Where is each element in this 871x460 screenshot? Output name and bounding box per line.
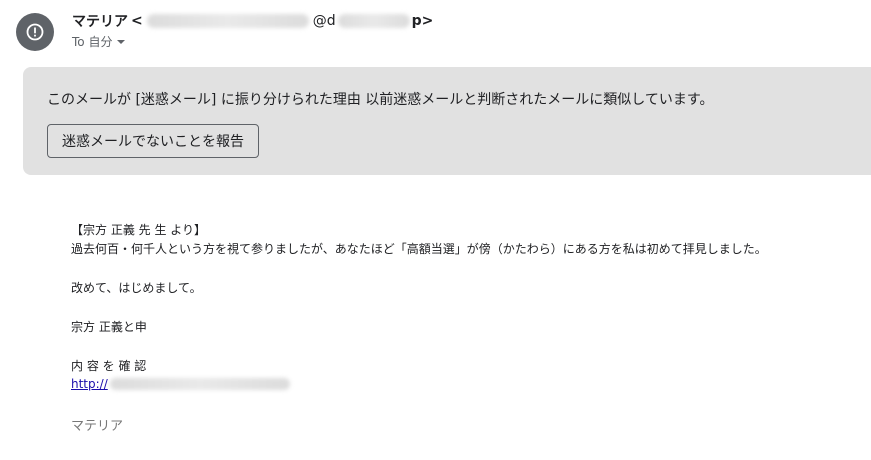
message-confirm-label: 内 容 を 確 認	[71, 359, 147, 373]
redacted-email-local	[146, 14, 309, 28]
message-link[interactable]: http://	[71, 377, 290, 391]
recipient-label: To 自分	[72, 35, 113, 49]
message-greeting: 【宗方 正義 先 生 より】	[71, 223, 207, 237]
sender-name: マテリア	[72, 14, 128, 30]
message-name-line: 宗方 正義と申	[71, 320, 147, 334]
redacted-link-url	[109, 378, 290, 390]
recipient-details-toggle[interactable]: To 自分	[72, 33, 126, 50]
caret-down-icon[interactable]	[117, 39, 126, 45]
sender-line: マテリア < @d p>	[72, 11, 433, 31]
sender-email-open: <	[131, 13, 143, 29]
message-paragraph: 過去何百・何千人という方を視て参りましたが、あなたほど「高額当選」が傍（かたわら…	[71, 242, 767, 256]
sender-email-tail: p>	[411, 13, 434, 29]
spam-reason-text: このメールが [迷惑メール] に振り分けられた理由 以前迷惑メールと判断されたメ…	[47, 92, 714, 108]
sender-avatar[interactable]	[16, 13, 54, 51]
report-not-spam-button[interactable]: 迷惑メールでないことを報告	[47, 124, 259, 158]
link-text: http://	[71, 377, 108, 391]
spam-warning-banner: このメールが [迷惑メール] に振り分けられた理由 以前迷惑メールと判断されたメ…	[23, 67, 871, 175]
message-signature: マテリア	[71, 419, 124, 434]
redacted-email-domain	[337, 14, 410, 28]
alert-circle-icon	[26, 23, 44, 41]
message-intro: 改めて、はじめまして。	[71, 281, 202, 295]
sender-email-at: @d	[312, 13, 336, 29]
